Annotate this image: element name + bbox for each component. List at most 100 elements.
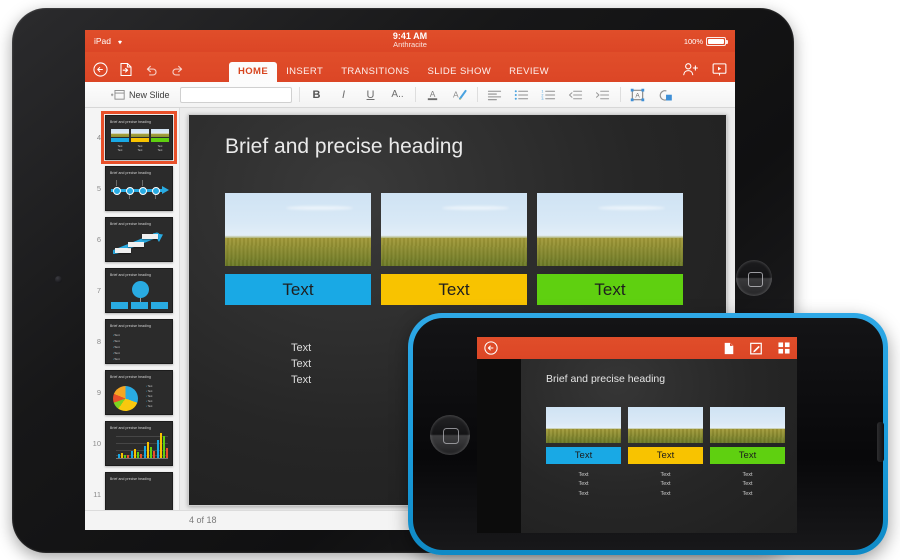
card-photo — [628, 407, 703, 443]
iphone-slide[interactable]: Brief and precise heading Text Text Text… — [521, 359, 797, 533]
iphone-device: Brief and precise heading Text Text Text… — [408, 313, 888, 555]
thumbnail-slide-9[interactable]: 9 Brief and precise heading Text Text Te… — [85, 367, 179, 418]
iphone-content-card[interactable]: Text — [628, 407, 703, 464]
thumbnail-slide-8[interactable]: 8 Brief and precise heading Text Text Te… — [85, 316, 179, 367]
increase-indent-icon — [595, 89, 610, 101]
bold-button[interactable]: B — [307, 85, 327, 105]
thumbnail-image[interactable]: Brief and precise heading — [105, 217, 173, 262]
slide-title[interactable]: Brief and precise heading — [225, 135, 463, 159]
italic-label: I — [342, 88, 346, 101]
card-label-bar[interactable]: Text — [628, 447, 703, 464]
content-card[interactable]: Text — [537, 193, 683, 305]
grid-view-icon[interactable] — [778, 342, 790, 354]
tab-slide-show[interactable]: SLIDE SHOW — [418, 62, 500, 82]
card-label: Text — [656, 450, 675, 461]
iphone-content-card[interactable]: Text — [710, 407, 785, 464]
more-font-label: A.. — [391, 89, 404, 100]
back-arrow-circle-icon[interactable] — [484, 341, 498, 355]
svg-text:A: A — [430, 89, 436, 99]
ribbon-bar: HOME INSERT TRANSITIONS SLIDE SHOW REVIE… — [85, 52, 735, 82]
slide-text-column[interactable]: Text Text Text — [291, 341, 311, 389]
thumb-bullet: Text — [113, 339, 120, 343]
italic-button[interactable]: I — [334, 85, 354, 105]
ipad-home-button[interactable] — [736, 260, 772, 296]
content-card[interactable]: Text — [381, 193, 527, 305]
present-slideshow-icon[interactable] — [712, 62, 727, 77]
file-export-icon[interactable] — [119, 62, 133, 77]
thumbnail-image[interactable]: Brief and precise heading Text Text Text… — [105, 319, 173, 364]
underline-button[interactable]: U — [361, 85, 381, 105]
bulleted-list-icon — [514, 89, 529, 101]
thumbnail-title: Brief and precise heading — [110, 171, 151, 175]
align-left-icon — [487, 89, 502, 101]
card-label-bar[interactable]: Text — [381, 274, 527, 305]
thumbnail-image[interactable]: Brief and precise heading Text Text Text… — [105, 370, 173, 415]
edit-pencil-icon[interactable] — [750, 342, 762, 355]
document-title: Anthracite — [393, 40, 427, 50]
slide-thumbnail-rail[interactable]: 4 Brief and precise heading Text Text Tex… — [85, 108, 180, 530]
more-font-options-button[interactable]: A.. — [388, 85, 408, 105]
thumb-bullet: Text — [113, 345, 120, 349]
tab-review[interactable]: REVIEW — [500, 62, 558, 82]
increase-indent-button[interactable] — [593, 85, 613, 105]
card-label-bar[interactable]: Text — [225, 274, 371, 305]
iphone-text-line: Text — [660, 472, 671, 478]
shapes-button[interactable] — [655, 85, 675, 105]
redo-icon[interactable] — [170, 63, 185, 76]
thumb-bullet: Text — [113, 333, 120, 337]
add-person-icon[interactable] — [682, 62, 699, 77]
thumbnail-slide-4[interactable]: 4 Brief and precise heading Text Text Tex… — [85, 111, 179, 164]
card-label: Text — [282, 279, 314, 299]
iphone-home-button[interactable] — [430, 415, 470, 455]
text-box-button[interactable]: A — [628, 85, 648, 105]
legend-item: Text — [146, 385, 153, 388]
tab-home[interactable]: HOME — [229, 62, 278, 82]
font-color-icon: A — [425, 87, 440, 102]
thumbnail-number: 9 — [96, 388, 101, 397]
thumbnail-number: 4 — [96, 133, 101, 142]
back-arrow-circle-icon[interactable] — [93, 62, 108, 77]
numbered-list-button[interactable]: 123 — [539, 85, 559, 105]
thumbnail-slide-7[interactable]: 7 Brief and precise heading — [85, 265, 179, 316]
ipad-device-label: iPad — [94, 36, 112, 46]
thumbnail-image[interactable]: Brief and precise heading Text Text Text T… — [101, 111, 177, 164]
format-toolbar: New Slide B I U A.. A A 1 2 3 A — [85, 82, 735, 108]
card-label-bar[interactable]: Text — [546, 447, 621, 464]
iphone-text-column: Text Text Text — [710, 471, 785, 499]
iphone-slide-title: Brief and precise heading — [546, 373, 666, 385]
card-label-bar[interactable]: Text — [537, 274, 683, 305]
content-card[interactable]: Text — [225, 193, 371, 305]
new-slide-button[interactable]: New Slide — [93, 89, 170, 101]
document-icon[interactable] — [724, 342, 734, 355]
style-input[interactable] — [179, 86, 292, 103]
iphone-side-button[interactable] — [877, 422, 884, 462]
font-color-button[interactable]: A — [423, 85, 443, 105]
thumbnail-image[interactable]: Brief and precise heading — [105, 166, 173, 211]
svg-text:A: A — [635, 92, 640, 99]
iphone-content-card[interactable]: Text — [546, 407, 621, 464]
legend-item: Text — [146, 405, 153, 408]
thumbnail-slide-10[interactable]: 10 Brief and precise heading — [85, 418, 179, 469]
thumbnail-image[interactable]: Brief and precise heading — [105, 421, 173, 466]
tab-insert[interactable]: INSERT — [277, 62, 332, 82]
card-label-bar[interactable]: Text — [710, 447, 785, 464]
bulleted-list-button[interactable] — [512, 85, 532, 105]
undo-icon[interactable] — [144, 63, 159, 76]
card-label: Text — [574, 450, 593, 461]
iphone-text-line: Text — [660, 481, 671, 488]
ribbon-tabs: HOME INSERT TRANSITIONS SLIDE SHOW REVIE… — [229, 62, 558, 82]
thumbnail-slide-5[interactable]: 5 Brief and precise heading — [85, 163, 179, 214]
tab-transitions[interactable]: TRANSITIONS — [332, 62, 418, 82]
decrease-indent-button[interactable] — [566, 85, 586, 105]
thumbnail-slide-6[interactable]: 6 Brief and precise heading — [85, 214, 179, 265]
bold-label: B — [312, 88, 321, 101]
thumbnail-title: Brief and precise heading — [110, 375, 151, 379]
thumbnail-number: 6 — [96, 235, 101, 244]
align-left-button[interactable] — [485, 85, 505, 105]
thumbnail-image[interactable]: Brief and precise heading — [105, 268, 173, 313]
slide-text-line: Text — [291, 373, 312, 386]
iphone-text-line: Text — [742, 490, 753, 497]
iphone-top-bar — [477, 337, 797, 359]
thumbnail-number: 11 — [93, 490, 101, 499]
text-highlight-button[interactable]: A — [450, 85, 470, 105]
